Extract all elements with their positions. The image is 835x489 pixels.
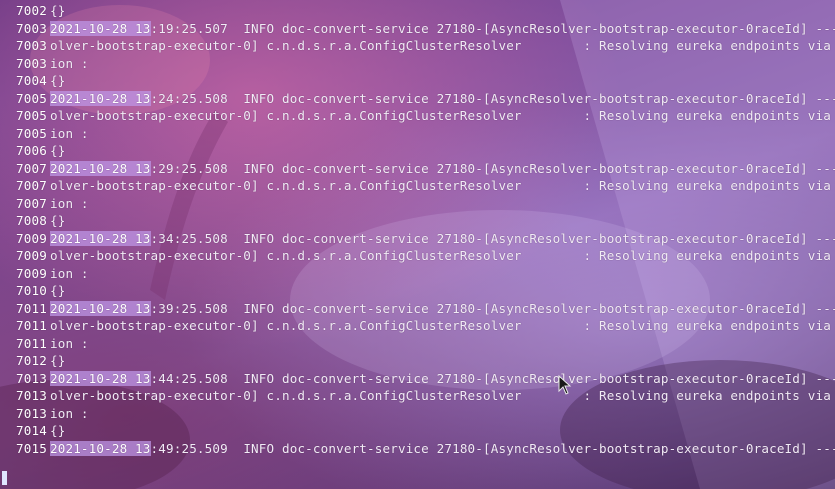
line-number: 7011 — [16, 300, 47, 316]
terminal-line: 7015 2021-10-28 13:49:25.509 INFO doc-con… — [0, 440, 835, 457]
line-number: 7005 — [16, 125, 47, 141]
terminal-line: 7002{} — [0, 2, 65, 19]
line-number: 7009 — [16, 230, 47, 246]
line-number: 7005 — [16, 108, 47, 123]
log-text: ion : — [50, 405, 89, 421]
arrow-pointer-icon — [558, 375, 572, 395]
terminal-line: 7007 ion : — [0, 195, 89, 212]
log-text: ion : — [50, 335, 89, 351]
log-text: olver-bootstrap-executor-0] c.n.d.s.r.a.… — [50, 318, 835, 333]
timestamp-highlight: 2021-10-28 13 — [50, 300, 151, 316]
line-number: 7011 — [16, 335, 47, 351]
terminal-line: 7011 2021-10-28 13:39:25.508 INFO doc-con… — [0, 300, 835, 317]
log-text: {} — [50, 213, 66, 228]
log-text: :19:25.507 INFO doc-convert-service 2718… — [150, 20, 835, 36]
line-number: 7009 — [16, 248, 47, 263]
log-text: :24:25.508 INFO doc-convert-service 2718… — [150, 90, 835, 106]
terminal-line: 7003 olver-bootstrap-executor-0] c.n.d.s.… — [0, 37, 835, 54]
log-text: ion : — [50, 55, 89, 71]
timestamp-highlight: 2021-10-28 13 — [50, 230, 151, 246]
terminal-line: 7011 ion : — [0, 335, 89, 352]
line-number: 7007 — [16, 195, 47, 211]
log-text: olver-bootstrap-executor-0] c.n.d.s.r.a.… — [50, 178, 835, 193]
terminal-line: 7009 olver-bootstrap-executor-0] c.n.d.s.… — [0, 247, 835, 264]
log-text: {} — [50, 3, 66, 18]
log-text: :44:25.508 INFO doc-convert-service 2718… — [150, 370, 835, 386]
timestamp-highlight: 2021-10-28 13 — [50, 370, 151, 386]
line-number: 7007 — [16, 160, 47, 176]
terminal-line: 7010{} — [0, 282, 65, 299]
line-number: 7005 — [16, 90, 47, 106]
terminal-line: 7013 2021-10-28 13:44:25.508 INFO doc-con… — [0, 370, 835, 387]
terminal-line: 7005 olver-bootstrap-executor-0] c.n.d.s.… — [0, 107, 835, 124]
terminal-line: 7009 ion : — [0, 265, 89, 282]
terminal-line: 7014{} — [0, 422, 65, 439]
log-text: {} — [50, 423, 66, 438]
line-number: 7002 — [16, 3, 47, 18]
line-number: 7013 — [16, 388, 47, 403]
line-number: 7013 — [16, 370, 47, 386]
log-text: ion : — [50, 125, 89, 141]
log-text: :39:25.508 INFO doc-convert-service 2718… — [150, 300, 835, 316]
timestamp-highlight: 2021-10-28 13 — [50, 440, 151, 456]
timestamp-highlight: 2021-10-28 13 — [50, 90, 151, 106]
terminal-line: 7005 2021-10-28 13:24:25.508 INFO doc-con… — [0, 90, 835, 107]
line-number: 7013 — [16, 405, 47, 421]
log-text: :29:25.508 INFO doc-convert-service 2718… — [150, 160, 835, 176]
text-cursor-icon — [2, 471, 7, 485]
log-text: {} — [50, 283, 66, 298]
log-text: olver-bootstrap-executor-0] c.n.d.s.r.a.… — [50, 388, 835, 403]
terminal-line: 7013 ion : — [0, 405, 89, 422]
log-text: :34:25.508 INFO doc-convert-service 2718… — [150, 230, 835, 246]
log-text: {} — [50, 353, 66, 368]
line-number: 7003 — [16, 55, 47, 71]
log-text: olver-bootstrap-executor-0] c.n.d.s.r.a.… — [50, 108, 835, 123]
line-number: 7003 — [16, 38, 47, 53]
line-number: 7012 — [16, 353, 47, 368]
timestamp-highlight: 2021-10-28 13 — [50, 160, 151, 176]
line-number: 7009 — [16, 265, 47, 281]
terminal-line: 7004{} — [0, 72, 65, 89]
terminal-output[interactable]: 7002{} 7003 2021-10-28 13:19:25.507 INFO d… — [0, 0, 835, 489]
line-number: 7006 — [16, 143, 47, 158]
line-number: 7003 — [16, 20, 47, 36]
line-number: 7014 — [16, 423, 47, 438]
terminal-line: 7011 olver-bootstrap-executor-0] c.n.d.s.… — [0, 317, 835, 334]
line-number: 7010 — [16, 283, 47, 298]
log-text: :49:25.509 INFO doc-convert-service 2718… — [150, 440, 835, 456]
log-text: {} — [50, 73, 66, 88]
terminal-line: 7005 ion : — [0, 125, 89, 142]
log-text: olver-bootstrap-executor-0] c.n.d.s.r.a.… — [50, 248, 835, 263]
terminal-line: 7006{} — [0, 142, 65, 159]
log-text: {} — [50, 143, 66, 158]
terminal-line: 7009 2021-10-28 13:34:25.508 INFO doc-con… — [0, 230, 835, 247]
line-number: 7007 — [16, 178, 47, 193]
log-text: ion : — [50, 265, 89, 281]
line-number: 7004 — [16, 73, 47, 88]
terminal-line: 7008{} — [0, 212, 65, 229]
timestamp-highlight: 2021-10-28 13 — [50, 20, 151, 36]
line-number: 7015 — [16, 440, 47, 456]
log-text: ion : — [50, 195, 89, 211]
terminal-line: 7012{} — [0, 352, 65, 369]
terminal-line: 7007 olver-bootstrap-executor-0] c.n.d.s.… — [0, 177, 835, 194]
line-number: 7011 — [16, 318, 47, 333]
line-number: 7008 — [16, 213, 47, 228]
terminal-line: 7003 ion : — [0, 55, 89, 72]
terminal-line: 7007 2021-10-28 13:29:25.508 INFO doc-con… — [0, 160, 835, 177]
log-text: olver-bootstrap-executor-0] c.n.d.s.r.a.… — [50, 38, 835, 53]
terminal-line: 7013 olver-bootstrap-executor-0] c.n.d.s.… — [0, 387, 835, 404]
terminal-line: 7003 2021-10-28 13:19:25.507 INFO doc-con… — [0, 20, 835, 37]
